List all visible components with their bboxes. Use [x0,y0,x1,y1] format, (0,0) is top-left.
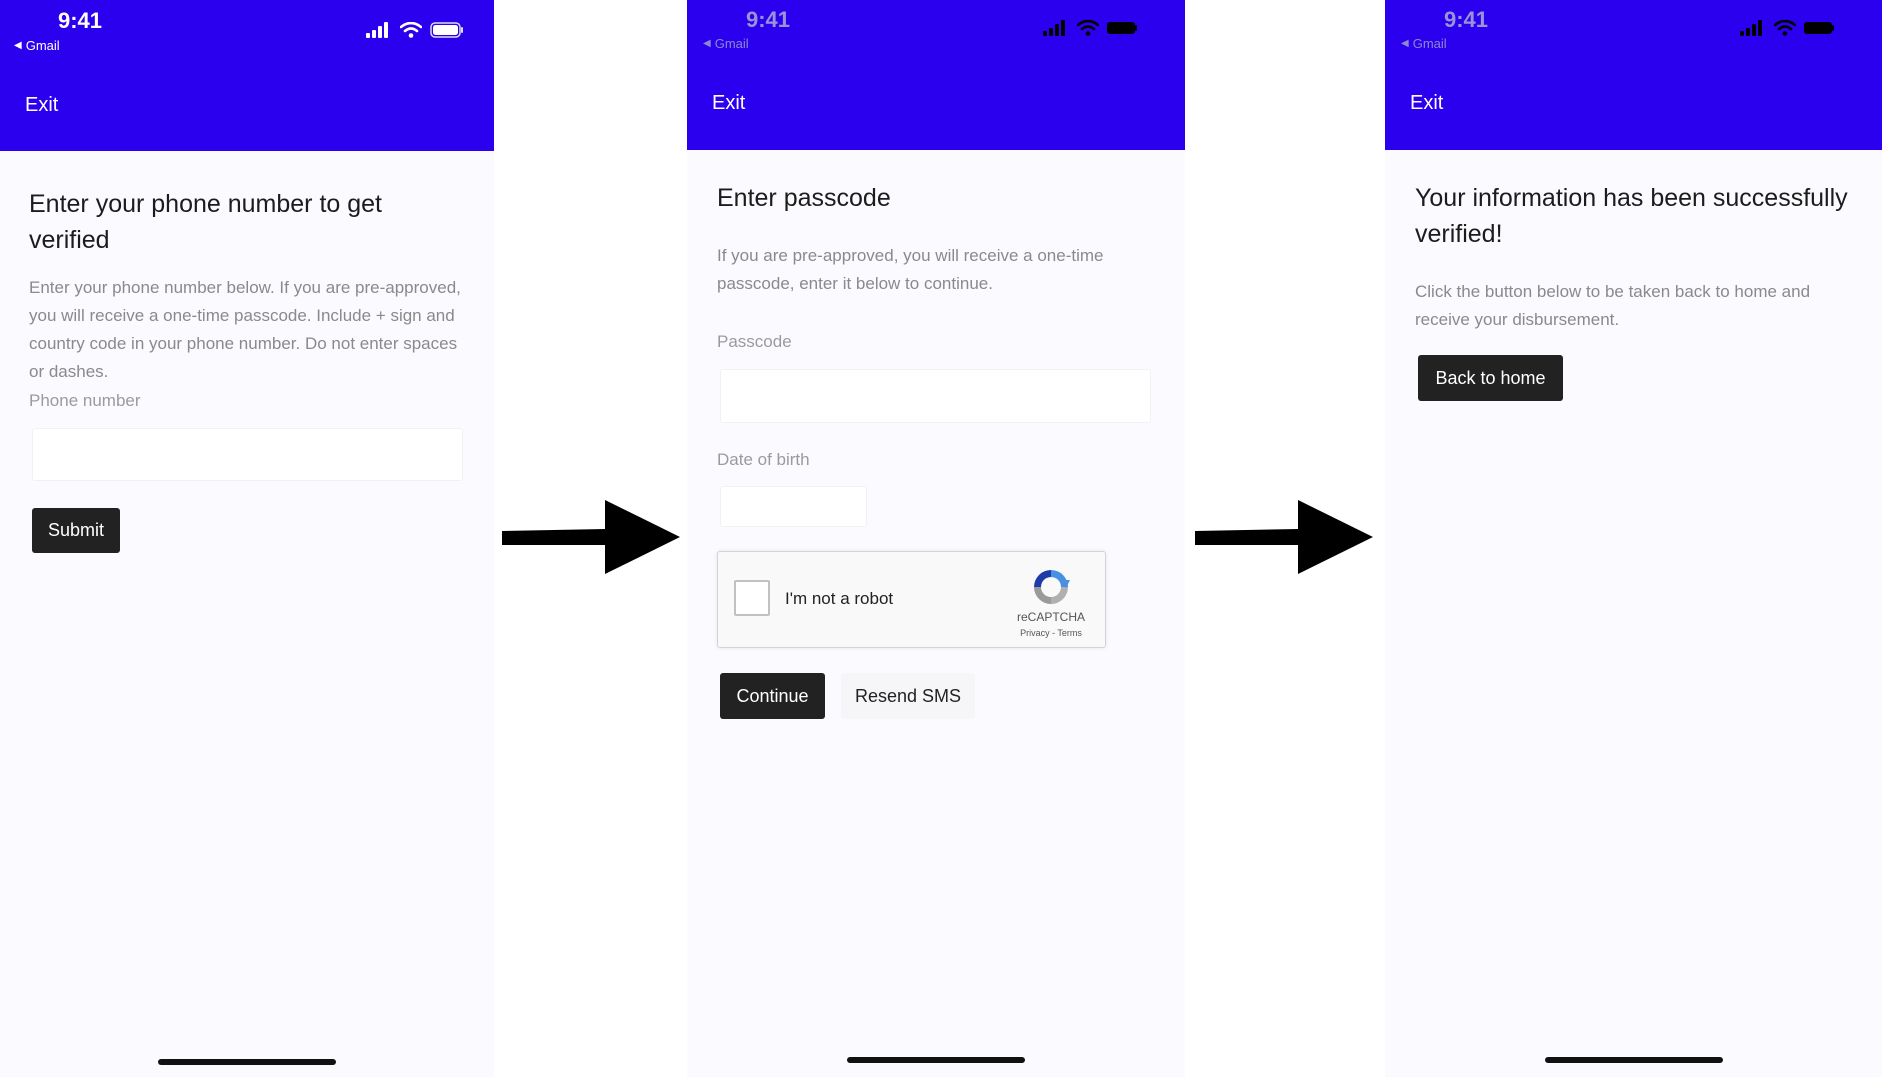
phone-screen-2: 9:41 ◀ Gmail Exit Enter passcode If you … [687,0,1185,1077]
back-to-home-button[interactable]: Back to home [1418,355,1563,401]
exit-button[interactable]: Exit [712,92,745,115]
continue-button[interactable]: Continue [720,673,825,719]
page-description: If you are pre-approved, you will receiv… [717,246,1104,293]
page-title: Enter your phone number to get verified [29,190,383,254]
phone-screen-3: 9:41 ◀ Gmail Exit Your information has b… [1385,0,1882,1077]
back-to-app-link[interactable]: ◀ Gmail [14,38,60,53]
wifi-icon [1774,20,1796,36]
recaptcha-widget: I'm not a robot reCAPTCHA Privacy - Term… [717,551,1106,648]
home-indicator [1544,1057,1723,1063]
exit-button[interactable]: Exit [25,94,58,117]
back-triangle-icon: ◀ [703,38,711,49]
status-time: 9:41 [58,8,103,33]
phone-number-label: Phone number [29,391,141,410]
page-description: Enter your phone number below. If you ar… [29,278,461,381]
app-header: 9:41 ◀ Gmail Exit [1385,0,1882,150]
battery-icon [1804,22,1834,34]
back-app-label: Gmail [1412,36,1447,51]
cellular-signal-icon [1740,20,1762,36]
back-triangle-icon: ◀ [1401,38,1409,49]
back-app-label: Gmail [714,36,749,51]
app-header: 9:41 ◀ Gmail Exit [687,0,1185,150]
submit-button[interactable]: Submit [32,508,120,553]
phone-screen-1: 9:41 ◀ Gmail Exit Enter your phone numbe… [0,0,494,1077]
status-icons [1043,20,1137,36]
recaptcha-checkbox[interactable] [734,580,770,616]
passcode-input[interactable] [720,369,1151,423]
status-icons [1740,20,1834,36]
passcode-label: Passcode [717,332,792,351]
cellular-signal-icon [1043,20,1065,36]
recaptcha-brand: reCAPTCHA [1016,610,1085,624]
cellular-signal-icon [366,22,388,38]
status-icons [366,22,464,38]
battery-icon [430,22,463,38]
page-description: Click the button below to be taken back … [1415,282,1811,329]
date-of-birth-label: Date of birth [717,450,810,469]
right-arrow-icon [1195,500,1373,574]
recaptcha-label: I'm not a robot [785,589,894,608]
wifi-icon [1077,20,1099,36]
status-time: 9:41 [1444,7,1489,32]
battery-icon [1107,22,1137,34]
recaptcha-privacy-terms-link[interactable]: Privacy - Terms [1008,628,1094,638]
back-to-app-link[interactable]: ◀ Gmail [703,36,749,51]
home-indicator [847,1057,1025,1063]
page-title: Your information has been successfully v… [1415,184,1848,248]
wifi-icon [400,22,422,38]
back-to-app-link[interactable]: ◀ Gmail [1401,36,1447,51]
page-title: Enter passcode [717,184,891,212]
date-of-birth-input[interactable] [720,486,867,527]
recaptcha-logo-icon [1034,570,1070,604]
right-arrow-icon [502,500,680,574]
back-triangle-icon: ◀ [14,40,22,51]
phone-number-input[interactable] [32,428,463,481]
home-indicator [158,1059,336,1065]
content: Enter your phone number to get verified … [29,186,468,386]
app-header: 9:41 ◀ Gmail Exit [0,0,494,151]
exit-button[interactable]: Exit [1410,92,1443,115]
resend-sms-button[interactable]: Resend SMS [841,673,975,719]
status-time: 9:41 [746,7,791,32]
back-app-label: Gmail [25,38,60,53]
